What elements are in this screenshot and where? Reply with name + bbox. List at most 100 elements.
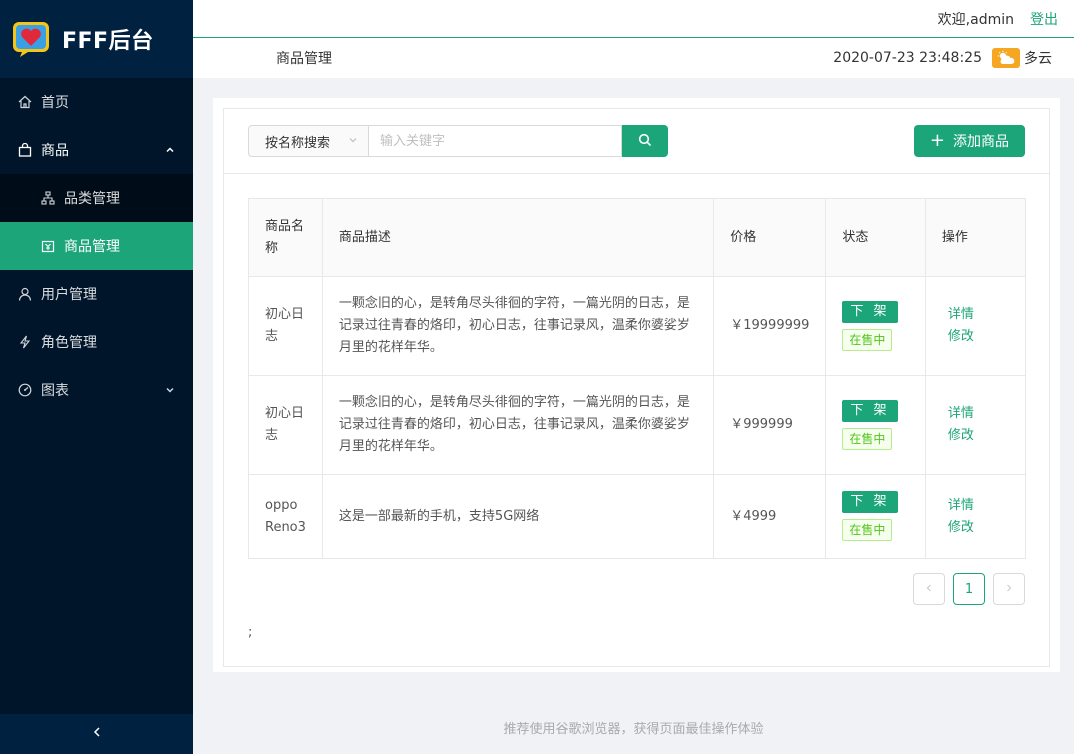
cell-price: ￥999999 (713, 375, 827, 475)
home-icon (17, 94, 33, 110)
off-shelf-button[interactable]: 下 架 (842, 300, 898, 323)
sidebar-item-category[interactable]: 品类管理 (0, 174, 193, 222)
sidebar-item-label: 品类管理 (64, 191, 120, 207)
cell-status: 下 架 在售中 (825, 474, 926, 559)
sidebar-item-label: 商品管理 (64, 239, 120, 255)
column-header-ops: 操作 (924, 198, 1027, 277)
column-header-name: 商品名称 (248, 198, 323, 277)
logo-icon (12, 19, 52, 59)
search-button[interactable] (622, 125, 668, 157)
plus-icon: + (929, 130, 945, 151)
product-icon (40, 238, 56, 254)
table-header-row: 商品名称 商品描述 价格 状态 操作 (248, 198, 1027, 277)
detail-link[interactable]: 详情 (942, 403, 1009, 425)
table-row: 初心日志 一颗念旧的心，是转角尽头徘徊的字符，一篇光阴的日志，是记录过往青春的烙… (248, 375, 1027, 475)
sidebar-submenu-products: 品类管理 商品管理 (0, 174, 193, 270)
bag-icon (17, 142, 33, 158)
add-product-button[interactable]: + 添加商品 (913, 125, 1025, 157)
sidebar-item-home[interactable]: 首页 (0, 78, 193, 126)
cell-name: oppo Reno3 (248, 474, 323, 559)
weather-text: 多云 (1024, 51, 1052, 67)
sidebar-collapse-button[interactable] (0, 714, 193, 754)
column-header-status: 状态 (825, 198, 926, 277)
datetime-text: 2020-07-23 23:48:25 (833, 50, 982, 66)
content-area: 按名称搜索 + 添加商品 (213, 98, 1060, 672)
sidebar-item-charts[interactable]: 图表 (0, 366, 193, 414)
cell-status: 下 架 在售中 (825, 276, 926, 376)
edit-link[interactable]: 修改 (942, 425, 1009, 447)
cell-desc: 一颗念旧的心，是转角尽头徘徊的字符，一篇光阴的日志，是记录过往青春的烙印，初心日… (321, 375, 715, 475)
edit-link[interactable]: 修改 (942, 517, 1009, 539)
cell-name: 初心日志 (248, 375, 323, 475)
search-type-select[interactable]: 按名称搜索 (248, 125, 369, 157)
cell-price: ￥4999 (713, 474, 827, 559)
cell-name: 初心日志 (248, 276, 323, 376)
cell-desc: 这是一部最新的手机，支持5G网络 (321, 474, 715, 559)
search-icon (638, 133, 652, 150)
status-badge: 在售中 (842, 328, 893, 351)
next-page-button[interactable] (993, 573, 1025, 605)
sitemap-icon (40, 190, 56, 206)
footer: 推荐使用谷歌浏览器，获得页面最佳操作体验 (503, 721, 764, 737)
search-group: 按名称搜索 (248, 125, 668, 157)
sidebar-item-label: 用户管理 (41, 287, 97, 303)
sidebar-item-label: 首页 (41, 95, 69, 111)
cell-ops: 详情 修改 (924, 375, 1027, 475)
add-product-label: 添加商品 (953, 134, 1009, 150)
chevron-up-icon (165, 126, 175, 174)
detail-link[interactable]: 详情 (942, 304, 1009, 326)
card-toolbar: 按名称搜索 + 添加商品 (224, 109, 1049, 174)
sidebar-item-users[interactable]: 用户管理 (0, 270, 193, 318)
table-row: oppo Reno3 这是一部最新的手机，支持5G网络 ￥4999 下 架 在售… (248, 474, 1027, 559)
sidebar-item-label: 图表 (41, 383, 69, 399)
dashboard-icon (17, 382, 33, 398)
header-info: 2020-07-23 23:48:25 多云 (833, 48, 1052, 68)
product-table: 商品名称 商品描述 价格 状态 操作 初心日志 一颗念旧的心，是转角尽头徘徊的字… (248, 198, 1027, 559)
status-badge: 在售中 (842, 519, 893, 541)
cell-price: ￥19999999 (713, 276, 827, 376)
cell-ops: 详情 修改 (924, 276, 1027, 376)
detail-link[interactable]: 详情 (942, 495, 1009, 517)
off-shelf-button[interactable]: 下 架 (842, 399, 898, 422)
sidebar-item-product-manage[interactable]: 商品管理 (0, 222, 193, 270)
lightning-icon (17, 334, 33, 350)
logout-link[interactable]: 登出 (1030, 9, 1058, 29)
chevron-left-icon (91, 726, 103, 742)
product-card: 按名称搜索 + 添加商品 (223, 108, 1050, 667)
page-number-button[interactable]: 1 (953, 573, 985, 605)
welcome-text: 欢迎,admin (937, 11, 1014, 28)
pagination: 1 (905, 573, 1025, 605)
off-shelf-button[interactable]: 下 架 (842, 491, 898, 513)
column-header-desc: 商品描述 (321, 198, 715, 277)
logo-area[interactable]: FFF后台 (0, 0, 193, 78)
user-icon (17, 286, 33, 302)
table-row: 初心日志 一颗念旧的心，是转角尽头徘徊的字符，一篇光阴的日志，是记录过往青春的烙… (248, 276, 1027, 376)
chevron-left-icon (924, 582, 934, 597)
weather-cloudy-icon (992, 48, 1020, 68)
sidebar-item-label: 角色管理 (41, 335, 97, 351)
prev-page-button[interactable] (913, 573, 945, 605)
sidebar-menu: 首页 商品 品类管理 商品管理 用户管理 角色管理 图表 (0, 78, 193, 414)
search-input[interactable] (369, 125, 622, 157)
sidebar-item-label: 商品 (41, 143, 69, 159)
chevron-down-icon (165, 366, 175, 414)
search-type-value: 按名称搜索 (265, 135, 331, 151)
sidebar: FFF后台 首页 商品 品类管理 商品管理 用户管理 角色管理 图表 (0, 0, 193, 754)
sidebar-item-roles[interactable]: 角色管理 (0, 318, 193, 366)
cell-status: 下 架 在售中 (825, 375, 926, 475)
header-top-bar: 欢迎,admin 登出 (193, 0, 1074, 38)
column-header-price: 价格 (713, 198, 827, 277)
page-title: 商品管理 (276, 51, 332, 67)
cell-desc: 一颗念旧的心，是转角尽头徘徊的字符，一篇光阴的日志，是记录过往青春的烙印，初心日… (321, 276, 715, 376)
header-bottom-bar: 商品管理 2020-07-23 23:48:25 多云 (193, 38, 1074, 78)
chevron-down-icon (348, 134, 358, 149)
card-body: 商品名称 商品描述 价格 状态 操作 初心日志 一颗念旧的心，是转角尽头徘徊的字… (224, 174, 1049, 559)
header: 欢迎,admin 登出 商品管理 2020-07-23 23:48:25 多云 (193, 0, 1074, 78)
stray-text: ; (248, 625, 253, 640)
status-badge: 在售中 (842, 427, 893, 450)
sidebar-item-products[interactable]: 商品 (0, 126, 193, 174)
cell-ops: 详情 修改 (924, 474, 1027, 559)
app-title: FFF后台 (62, 29, 154, 54)
edit-link[interactable]: 修改 (942, 326, 1009, 348)
chevron-right-icon (1004, 582, 1014, 597)
